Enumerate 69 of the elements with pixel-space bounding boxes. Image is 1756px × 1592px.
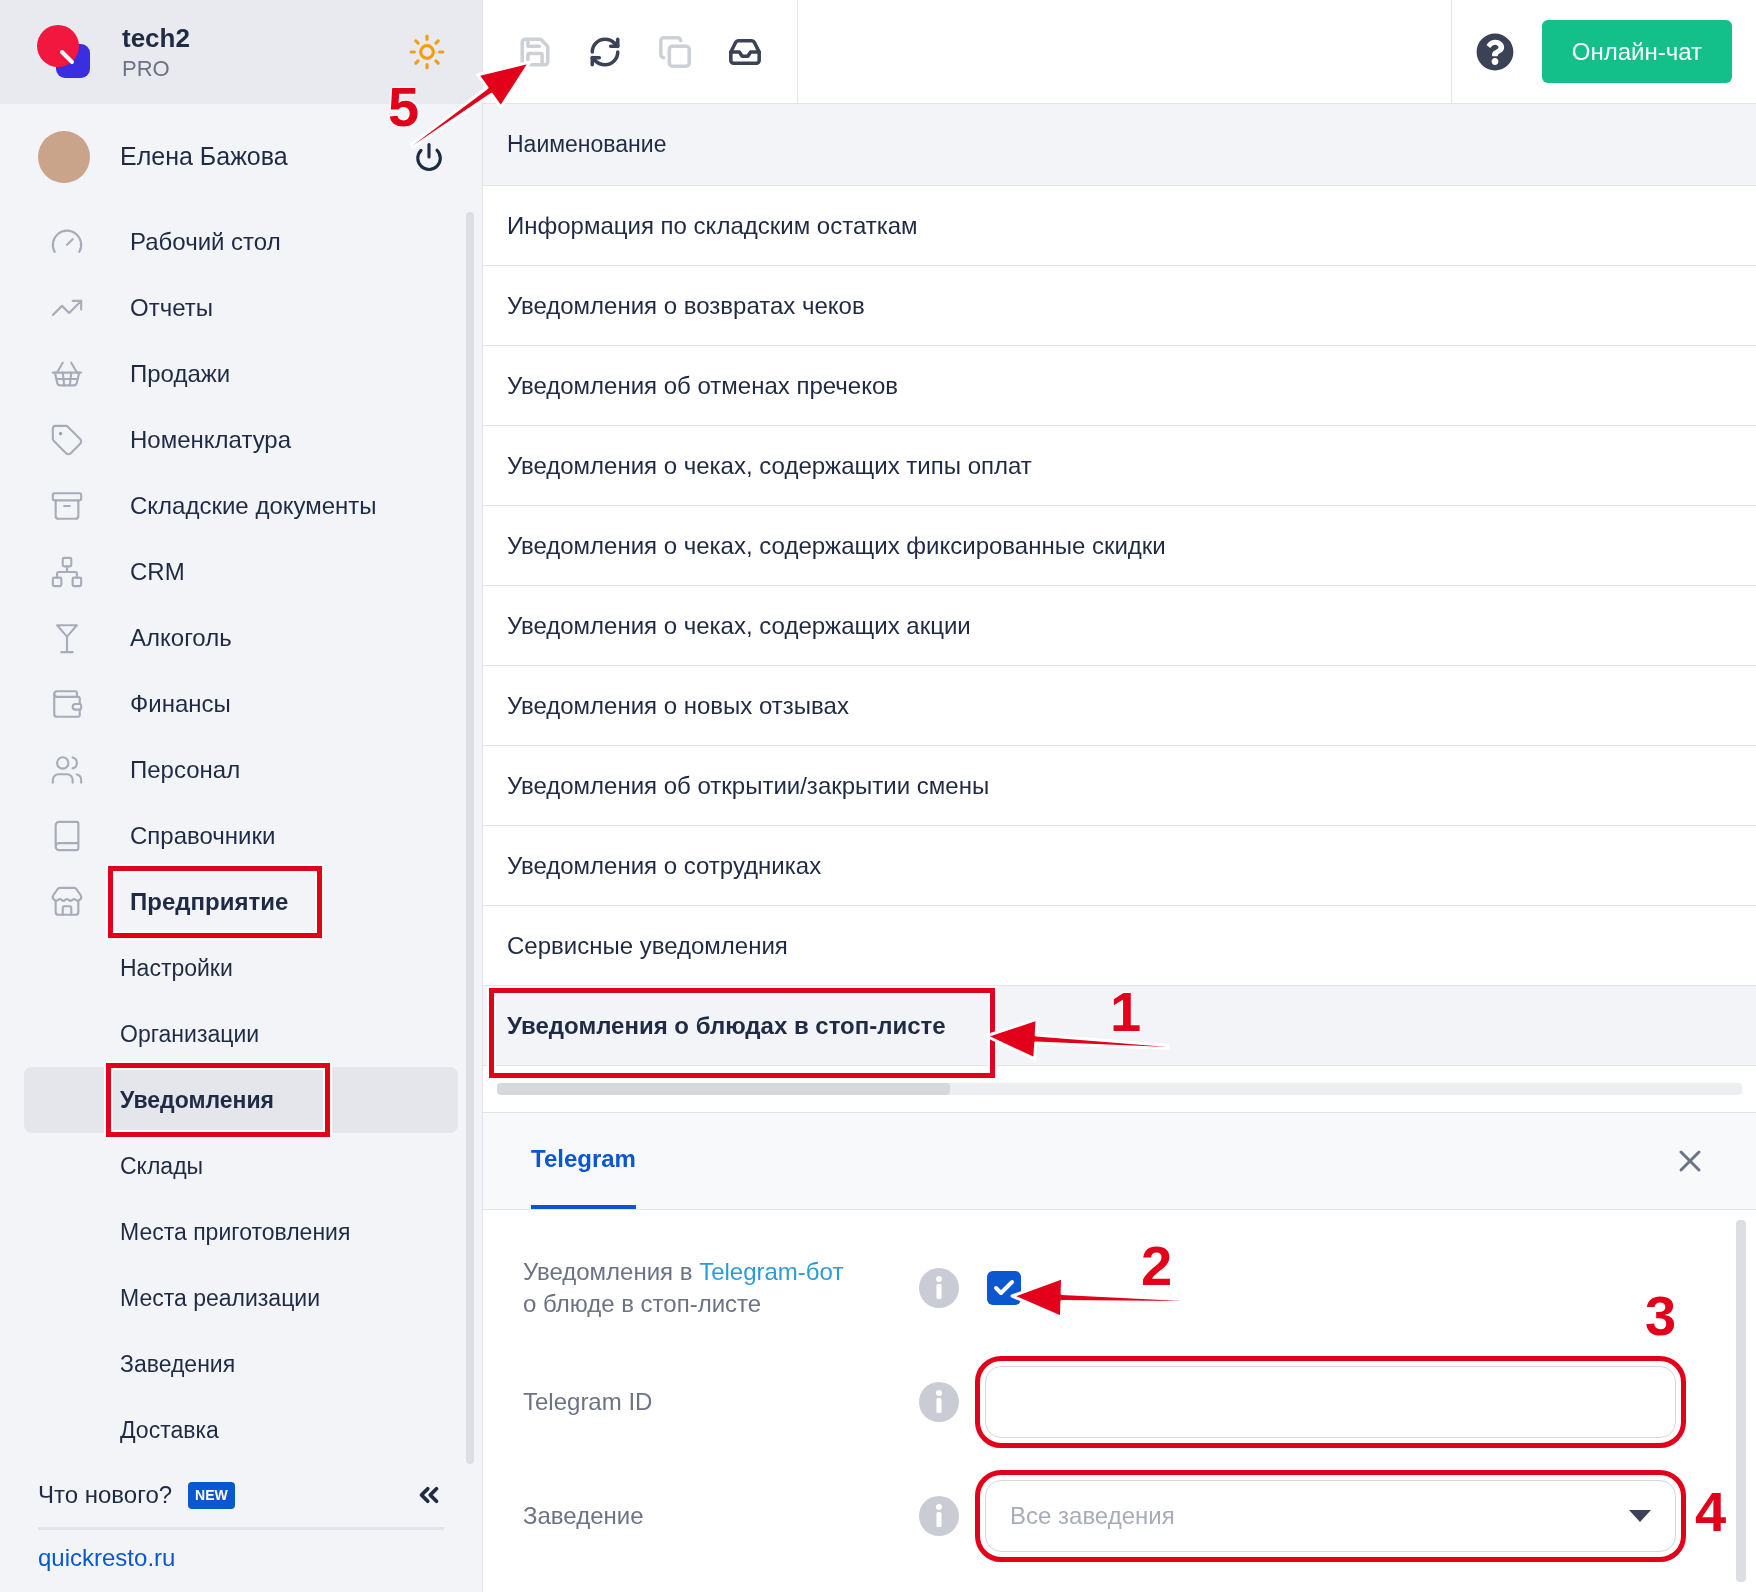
- horizontal-scrollbar[interactable]: [497, 1083, 1742, 1095]
- nav-subitem[interactable]: Заведения: [120, 1350, 236, 1377]
- nav-item[interactable]: Продажи: [130, 360, 231, 387]
- copy-icon: [658, 34, 692, 69]
- table-cell-text: Уведомления о чеках, содержащих акции: [507, 610, 971, 641]
- people-icon: [50, 753, 84, 787]
- table-cell-text: Сервисные уведомления: [507, 930, 788, 961]
- select-placeholder: Все заведения: [1010, 1501, 1175, 1531]
- nav-subitem[interactable]: Уведомления: [120, 1086, 274, 1113]
- nav-item[interactable]: Складские документы: [130, 492, 377, 519]
- info-icon[interactable]: [919, 1382, 959, 1422]
- callout-number: 5: [388, 79, 420, 135]
- nav-subitem[interactable]: Склады: [120, 1152, 204, 1179]
- save-icon: [518, 34, 552, 69]
- scrollbar[interactable]: [1736, 1220, 1746, 1582]
- callout-number: 1: [1110, 984, 1142, 1040]
- callout-number: 2: [1141, 1238, 1173, 1294]
- table-cell-text: Уведомления об отменах пречеков: [507, 370, 899, 401]
- user-name: Елена Бажова: [120, 140, 289, 172]
- table-cell-text: Уведомления о новых отзывах: [507, 690, 849, 721]
- callout-number: 4: [1695, 1484, 1727, 1540]
- nav-item[interactable]: Алкоголь: [130, 624, 232, 651]
- info-icon[interactable]: [919, 1496, 959, 1536]
- nav-item[interactable]: CRM: [130, 558, 185, 585]
- nav-subitem[interactable]: Места реализации: [120, 1284, 320, 1311]
- info-icon[interactable]: [919, 1268, 959, 1308]
- help-icon[interactable]: [1475, 32, 1514, 71]
- table-cell-text: Уведомления об открытии/закрытии смены: [507, 770, 990, 801]
- wallet-icon: [50, 687, 84, 721]
- nav-item[interactable]: Рабочий стол: [130, 228, 281, 255]
- store-icon: [50, 885, 84, 919]
- tag-icon: [50, 423, 84, 457]
- new-badge: NEW: [188, 1481, 235, 1509]
- nav-subitem[interactable]: Организации: [120, 1020, 260, 1047]
- whats-new-link[interactable]: Что нового?: [38, 1477, 173, 1513]
- tab[interactable]: Telegram: [531, 1112, 636, 1209]
- table-cell-text: Уведомления о возвратах чеков: [507, 290, 865, 321]
- nav-item[interactable]: Отчеты: [130, 294, 213, 321]
- account-name: tech2: [122, 22, 191, 55]
- theme-icon[interactable]: [408, 33, 446, 71]
- nav-item[interactable]: Финансы: [130, 690, 231, 717]
- field-label: Уведомления в Telegram-бот о блюде в стоп-листе: [523, 1258, 844, 1317]
- logo-icon: [36, 24, 92, 80]
- table-cell-text: Уведомления о чеках, содержащих типы оплат: [507, 450, 1032, 481]
- nav-subitem[interactable]: Доставка: [120, 1416, 219, 1443]
- dropdown-icon: [1629, 1510, 1651, 1522]
- checkbox[interactable]: [987, 1271, 1021, 1305]
- avatar: [38, 130, 90, 183]
- nav-subitem[interactable]: Настройки: [120, 954, 233, 981]
- nav-item[interactable]: Предприятие: [130, 888, 289, 915]
- archive-icon: [50, 489, 84, 523]
- table-cell-text: Уведомления о сотрудниках: [507, 850, 822, 881]
- nav-subitem[interactable]: Места приготовления: [120, 1218, 351, 1245]
- table-cell-text: Уведомления о чеках, содержащих фиксированные скидки: [507, 530, 1166, 561]
- scrollbar-thumb[interactable]: [497, 1083, 950, 1095]
- network-icon: [50, 555, 84, 589]
- callout-number: 3: [1645, 1288, 1677, 1344]
- nav-item[interactable]: Справочники: [130, 822, 276, 849]
- site-link[interactable]: quickresto.ru: [38, 1544, 176, 1571]
- table-cell-text: Уведомления о блюдах в стоп-листе: [507, 1010, 946, 1041]
- field-label: Заведение: [523, 1502, 644, 1529]
- nav-item[interactable]: Номенклатура: [130, 426, 292, 453]
- input-field[interactable]: [985, 1366, 1676, 1438]
- plan-label: PRO: [122, 54, 171, 82]
- nav-item[interactable]: Персонал: [130, 756, 241, 783]
- power-icon[interactable]: [414, 141, 444, 172]
- column-header[interactable]: Наименование: [507, 127, 667, 162]
- field-label: Telegram ID: [523, 1388, 653, 1415]
- table-cell-text: Информация по складским остаткам: [507, 210, 918, 241]
